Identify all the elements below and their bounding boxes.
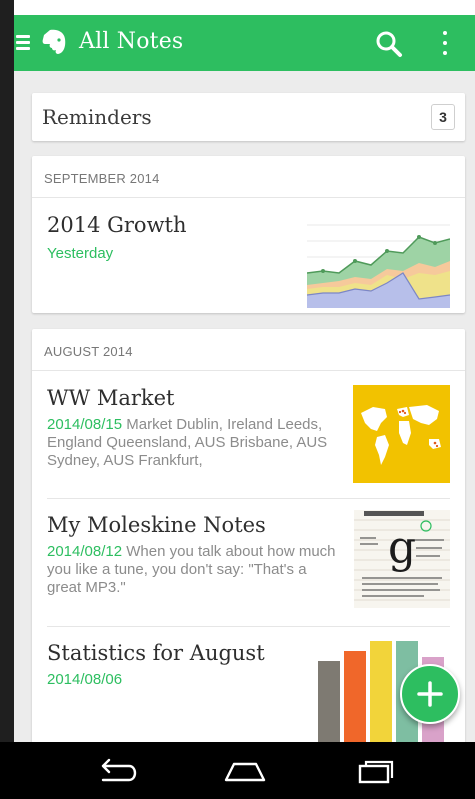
reminders-count-badge: 3 (431, 104, 455, 130)
note-date: Yesterday (47, 245, 114, 262)
svg-text:79: 79 (346, 638, 360, 652)
svg-text:70: 70 (320, 646, 334, 660)
note-statistics-for-august[interactable]: Statistics for August 2014/08/06 70 79 7… (32, 627, 465, 742)
note-title: WW Market (47, 386, 175, 410)
system-nav-bar (0, 742, 475, 799)
app-title: All Notes (79, 29, 184, 54)
section-august-2014: AUGUST 2014 WW Market 2014/08/15 Market … (32, 329, 465, 742)
note-meta: Yesterday (47, 245, 337, 263)
section-header: AUGUST 2014 (32, 329, 465, 371)
note-title: My Moleskine Notes (47, 513, 266, 537)
note-meta: 2014/08/06 (47, 671, 337, 689)
world-map-thumbnail (353, 385, 450, 483)
note-date: 2014/08/12 (47, 543, 123, 560)
notes-list[interactable]: Reminders 3 SEPTEMBER 2014 2014 Growth Y… (14, 71, 475, 742)
note-2014-growth[interactable]: 2014 Growth Yesterday (32, 198, 465, 313)
note-my-moleskine-notes[interactable]: My Moleskine Notes 2014/08/12 When you t… (32, 499, 465, 627)
moleskine-glyph: g (388, 522, 416, 573)
overflow-menu-icon[interactable] (440, 29, 450, 59)
reminders-card[interactable]: Reminders 3 (32, 93, 465, 141)
note-snippet: 2014/08/12 When you talk about how much … (47, 543, 336, 596)
plus-icon (417, 681, 443, 707)
svg-text:71: 71 (424, 642, 438, 656)
moleskine-sketch-thumbnail: g (354, 510, 450, 608)
drawer-edge[interactable] (0, 0, 14, 742)
app-bar: All Notes (14, 15, 475, 71)
back-icon[interactable] (93, 754, 143, 788)
search-icon[interactable] (374, 29, 404, 59)
new-note-fab[interactable] (400, 664, 460, 724)
recents-icon[interactable] (352, 754, 402, 788)
growth-chart-thumbnail (307, 213, 450, 308)
note-title: Statistics for August (47, 641, 265, 665)
reminders-label: Reminders (42, 105, 152, 129)
home-icon[interactable] (220, 754, 270, 788)
section-september-2014: SEPTEMBER 2014 2014 Growth Yesterday (32, 156, 465, 313)
section-header: SEPTEMBER 2014 (32, 156, 465, 198)
evernote-elephant-icon[interactable] (38, 26, 70, 58)
menu-icon[interactable] (16, 33, 30, 53)
note-date: 2014/08/06 (47, 671, 123, 688)
note-snippet: 2014/08/15 Market Dublin, Ireland Leeds,… (47, 416, 328, 469)
note-title: 2014 Growth (47, 213, 187, 237)
note-date: 2014/08/15 (47, 416, 123, 433)
phone-screen: All Notes Reminders 3 SEPTEMBER 2014 201… (0, 0, 475, 799)
note-ww-market[interactable]: WW Market 2014/08/15 Market Dublin, Irel… (32, 371, 465, 499)
